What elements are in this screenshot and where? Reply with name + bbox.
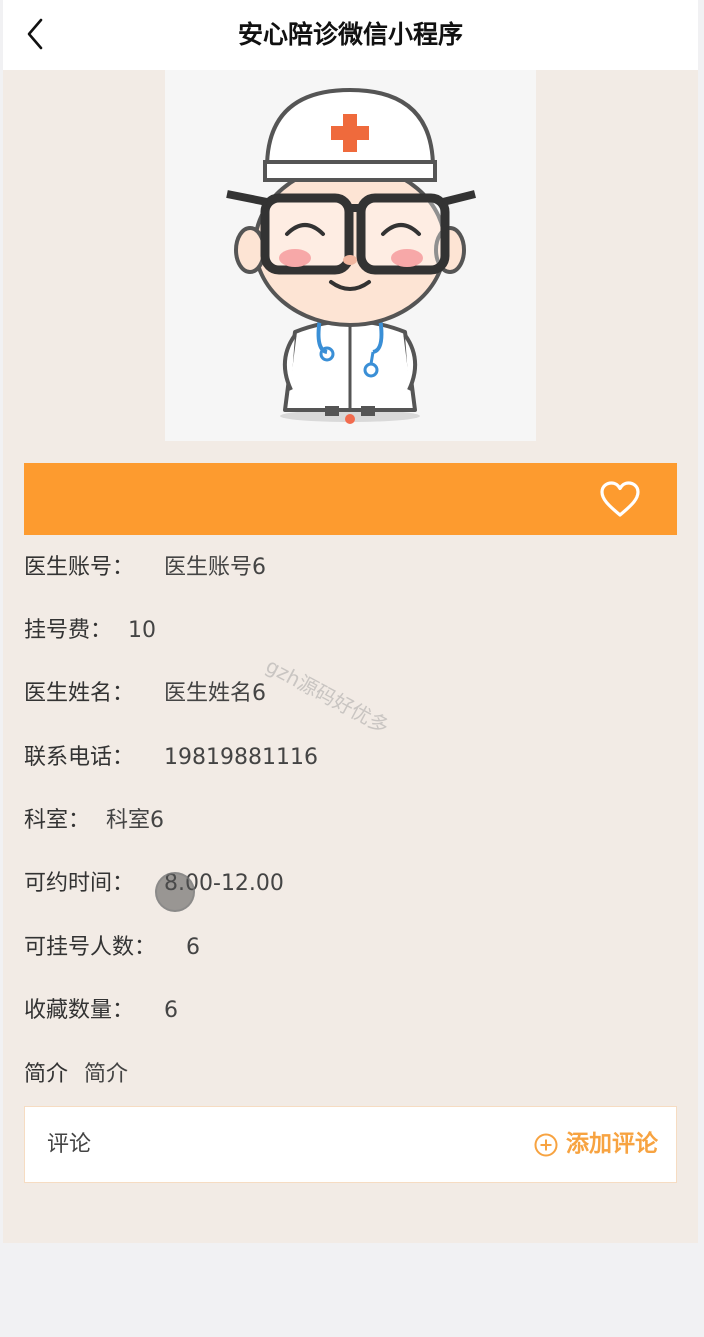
info-label: 简介: [24, 1062, 69, 1087]
info-department: 科室： 科室6: [24, 801, 164, 841]
info-account: 医生账号： 医生账号6: [24, 548, 266, 588]
comment-section: 评论 添加评论: [24, 1106, 677, 1183]
comment-label: 评论: [47, 1132, 92, 1157]
page-title: 安心陪诊微信小程序: [237, 20, 463, 49]
info-time: 可约时间： 8.00-12.00: [24, 864, 284, 904]
heart-icon: [600, 481, 640, 517]
add-comment-label: 添加评论: [566, 1131, 658, 1157]
info-label: 可挂号人数：: [24, 935, 157, 960]
info-value: 6: [164, 998, 179, 1023]
info-value: 10: [128, 618, 157, 643]
info-value: 医生账号6: [164, 555, 267, 580]
info-fee: 挂号费： 10: [24, 611, 156, 651]
info-value: 医生姓名6: [164, 681, 267, 706]
info-favorites: 收藏数量： 6: [24, 991, 178, 1031]
info-label: 可约时间：: [24, 871, 135, 896]
add-comment-button[interactable]: 添加评论: [534, 1107, 658, 1182]
page: 安心陪诊微信小程序 医生账号： 医生账号6 挂号费： 10 医生姓名： 医生姓名…: [0, 0, 704, 1337]
info-label: 科室：: [24, 808, 91, 833]
info-label: 医生账号：: [24, 555, 135, 580]
info-value: 6: [186, 935, 201, 960]
info-label: 收藏数量：: [24, 998, 135, 1023]
info-value: 科室6: [106, 808, 165, 833]
nav-bar: 安心陪诊微信小程序: [3, 0, 698, 70]
info-phone: 联系电话： 19819881116: [24, 738, 318, 778]
doctor-photo: [165, 70, 536, 441]
info-capacity: 可挂号人数： 6: [24, 928, 200, 968]
touch-cursor-indicator: [155, 872, 195, 912]
info-intro: 简介 简介: [24, 1055, 128, 1095]
info-label: 医生姓名：: [24, 681, 135, 706]
plus-circle-icon: [534, 1133, 558, 1156]
info-label: 挂号费：: [24, 618, 113, 643]
favorite-button[interactable]: [599, 480, 641, 518]
info-value: 19819881116: [164, 745, 318, 770]
doctor-cartoon-icon: [226, 87, 476, 424]
info-value: 简介: [84, 1062, 129, 1087]
action-bar: [24, 463, 677, 535]
info-label: 联系电话：: [24, 745, 135, 770]
info-name: 医生姓名： 医生姓名6: [24, 674, 266, 714]
